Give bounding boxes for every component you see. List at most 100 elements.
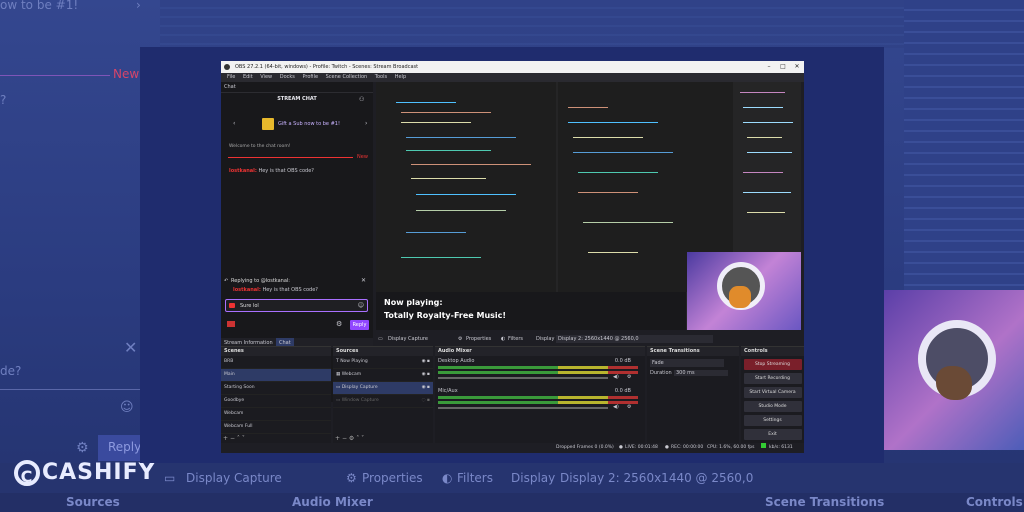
stream-chat-header: STREAM CHAT <box>277 96 317 102</box>
source-item[interactable]: ▭ Display Capture ◉ ▪ <box>333 382 433 395</box>
bg-new-divider <box>0 75 110 76</box>
preview-code-left <box>376 82 556 292</box>
menu-view[interactable]: View <box>260 74 272 80</box>
gift-banner[interactable]: ‹ Gift a Sub now to be #1! › <box>233 116 367 136</box>
move-down-icon[interactable]: ˅ <box>242 435 245 442</box>
start-recording-button[interactable]: Start Recording <box>743 373 802 384</box>
source-name: Display Capture <box>341 385 378 390</box>
scene-item[interactable]: Webcam <box>221 408 331 421</box>
audio-channel: Mic/Aux 0.0 dB ◀) ⚙ <box>435 386 645 416</box>
bitrate: kb/s: 6131 <box>769 445 793 450</box>
chevron-left-icon[interactable]: ‹ <box>233 120 235 127</box>
chat-dock-title: Chat <box>221 82 373 93</box>
add-source-icon[interactable]: + <box>335 435 340 442</box>
close-button[interactable]: ✕ <box>790 61 804 73</box>
reply-quote: lostkanal: Hey is that OBS code? <box>233 287 318 293</box>
menu-file[interactable]: File <box>227 74 235 80</box>
source-settings-gear-icon[interactable]: ⚙ <box>349 435 354 442</box>
properties-gear-icon[interactable]: ⚙ <box>458 334 462 344</box>
scene-item[interactable]: Starting Soon <box>221 382 331 395</box>
volume-slider[interactable] <box>438 377 608 379</box>
minimize-button[interactable]: – <box>762 61 776 73</box>
audio-settings-gear-icon[interactable]: ⚙ <box>627 404 631 410</box>
settings-button[interactable]: Settings <box>743 415 802 426</box>
webcam-overlay <box>687 252 801 330</box>
bg-properties: Properties <box>362 471 423 485</box>
new-messages-divider <box>228 157 353 158</box>
volume-meter <box>438 371 638 374</box>
chat-message-text: Hey is that OBS code? <box>258 168 314 174</box>
volume-slider[interactable] <box>438 407 608 409</box>
bg-audio-mixer: Audio Mixer <box>292 495 373 509</box>
audio-channel: Desktop Audio 0.0 dB ◀) ⚙ <box>435 356 645 386</box>
stop-streaming-button[interactable]: Stop Streaming <box>743 359 802 370</box>
menu-edit[interactable]: Edit <box>243 74 253 80</box>
live-indicator-icon: ● <box>619 445 623 450</box>
title-bar: OBS 27.2.1 (64-bit, windows) - Profile: … <box>221 61 804 73</box>
duration-label: Duration <box>650 370 672 376</box>
bg-filters: Filters <box>457 471 493 485</box>
speaker-icon[interactable]: ◀) <box>613 404 619 410</box>
remove-source-icon[interactable]: − <box>342 435 347 442</box>
reply-button[interactable]: Reply <box>350 320 369 330</box>
properties-button[interactable]: Properties <box>466 334 491 344</box>
eye-icon[interactable]: ◌ ▪ <box>422 395 430 407</box>
display-select[interactable]: Display 2: 2560x1440 @ 2560,0 <box>556 335 713 343</box>
filters-button[interactable]: Filters <box>508 334 523 344</box>
scene-item[interactable]: Webcam Full <box>221 421 331 434</box>
speaker-icon[interactable]: ◀) <box>613 374 619 380</box>
duration-row: Duration 300 ms <box>650 370 739 380</box>
bg-sources: Sources <box>66 495 120 509</box>
move-up-icon[interactable]: ˄ <box>356 435 359 442</box>
menu-tools[interactable]: Tools <box>375 74 387 80</box>
transition-select[interactable]: Fade <box>650 359 724 367</box>
preview-canvas[interactable]: Now playing: Totally Royalty-Free Music! <box>376 82 801 330</box>
scenes-toolbar: + − ˄ ˅ <box>223 435 245 442</box>
volume-meter <box>438 401 638 404</box>
eye-icon[interactable]: ◉ ▪ <box>422 369 430 381</box>
points-icon[interactable] <box>227 321 235 327</box>
bg-input-line <box>0 389 140 390</box>
remove-scene-icon[interactable]: − <box>230 435 235 442</box>
duration-input[interactable]: 300 ms <box>674 370 728 376</box>
scene-item[interactable]: Main <box>221 369 331 382</box>
add-scene-icon[interactable]: + <box>223 435 228 442</box>
studio-mode-button[interactable]: Studio Mode <box>743 401 802 412</box>
bg-new-label: New <box>113 67 140 81</box>
move-down-icon[interactable]: ˅ <box>361 435 364 442</box>
source-item[interactable]: T Now Playing ◉ ▪ <box>333 356 433 369</box>
bg-monitor-icon: ▭ <box>164 471 176 485</box>
emote-icon[interactable]: ☺ <box>358 302 364 309</box>
filters-icon[interactable]: ◐ <box>501 334 505 344</box>
exit-button[interactable]: Exit <box>743 429 802 440</box>
reply-quote-user: lostkanal: <box>233 287 261 293</box>
menu-profile[interactable]: Profile <box>302 74 318 80</box>
chat-message-user[interactable]: lostkanal: <box>229 168 257 174</box>
menu-docks[interactable]: Docks <box>280 74 295 80</box>
maximize-button[interactable]: □ <box>776 61 790 73</box>
bg-scene-transitions: Scene Transitions <box>765 495 885 509</box>
bg-properties-gear-icon: ⚙ <box>346 471 357 485</box>
move-up-icon[interactable]: ˄ <box>237 435 240 442</box>
scene-item[interactable]: BRB <box>221 356 331 369</box>
eye-icon[interactable]: ◉ ▪ <box>422 382 430 394</box>
bg-de-text: de? <box>0 364 22 378</box>
scene-item[interactable]: Goodbye <box>221 395 331 408</box>
menu-scene-collection[interactable]: Scene Collection <box>326 74 368 80</box>
start-virtual-camera-button[interactable]: Start Virtual Camera <box>743 387 802 398</box>
bg-reply-label: Reply <box>108 440 142 454</box>
chat-input[interactable]: Sure lol ☺ <box>225 299 368 312</box>
chevron-right-icon[interactable]: › <box>365 120 367 127</box>
menu-help[interactable]: Help <box>395 74 406 80</box>
rec-indicator-icon: ● <box>665 445 669 450</box>
chat-input-value: Sure lol <box>240 303 259 309</box>
audio-settings-gear-icon[interactable]: ⚙ <box>627 374 631 380</box>
reply-close-icon[interactable]: ✕ <box>361 277 366 284</box>
dropped-frames: Dropped Frames 0 (0.0%) <box>556 445 614 450</box>
chat-settings-gear-icon[interactable]: ⚙ <box>336 320 342 328</box>
source-item[interactable]: ▦ Webcam ◉ ▪ <box>333 369 433 382</box>
eye-icon[interactable]: ◉ ▪ <box>422 356 430 368</box>
source-item[interactable]: ▭ Window Capture ◌ ▪ <box>333 395 433 408</box>
audio-mixer-dock: Audio Mixer Desktop Audio 0.0 dB ◀) ⚙ Mi… <box>435 346 645 443</box>
bg-hand-icon <box>936 366 972 400</box>
